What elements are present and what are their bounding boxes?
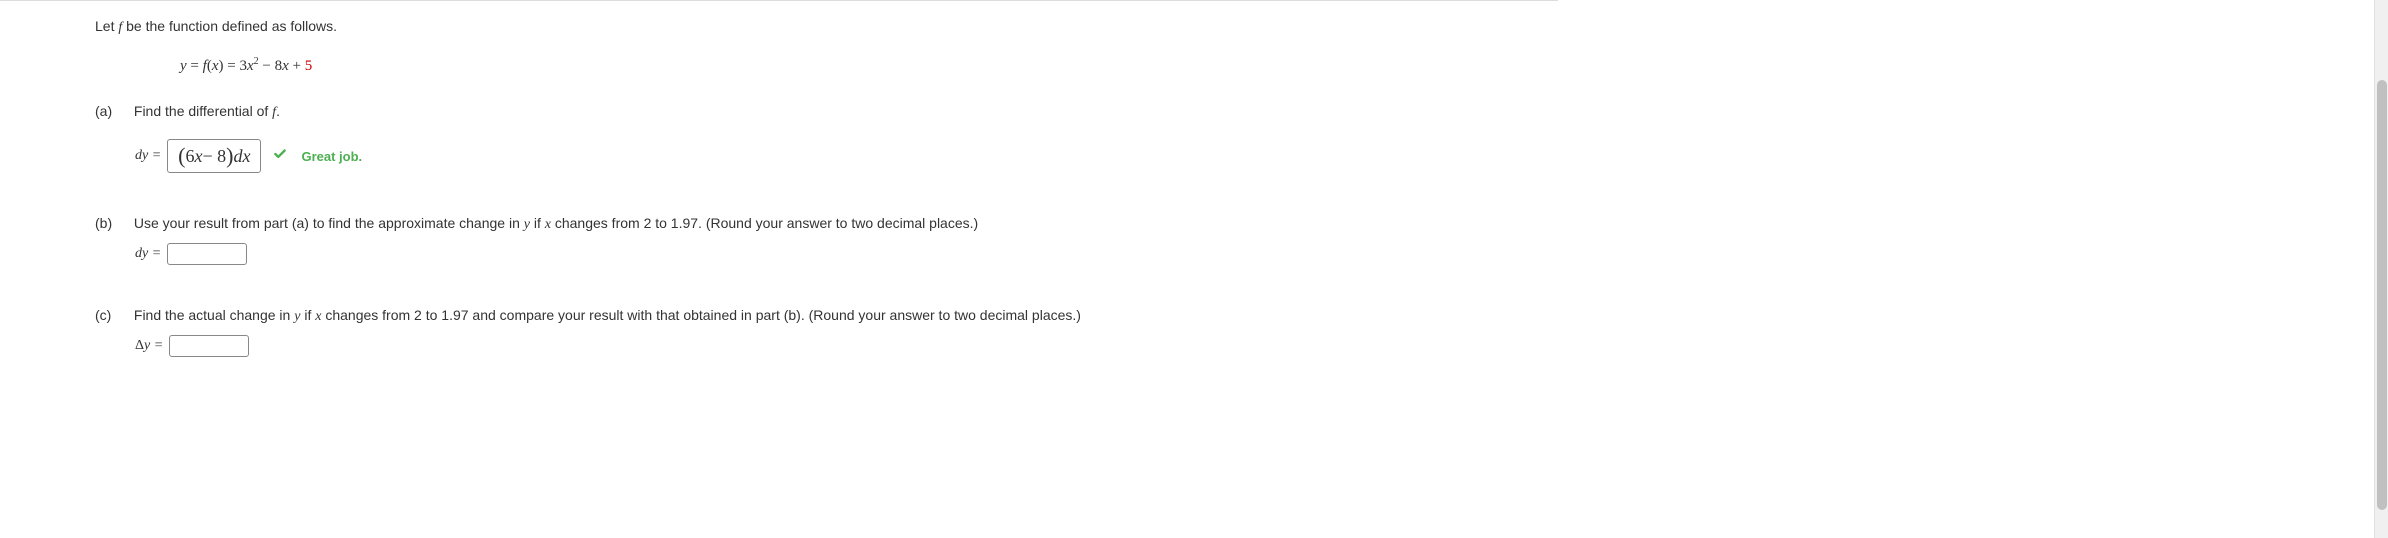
- formula-lhs: y: [180, 58, 187, 74]
- delta-y-label: Δy =: [135, 338, 163, 354]
- intro-text: Let f be the function defined as follows…: [95, 18, 2348, 36]
- dy-label-b: dy =: [135, 246, 161, 262]
- part-b-label: (b): [95, 215, 130, 231]
- part-c-text: Find the actual change in y if x changes…: [134, 307, 1081, 325]
- panel-top-border: [0, 0, 1558, 2]
- check-icon: [273, 147, 287, 166]
- part-b-answer-line: dy =: [135, 243, 2348, 265]
- part-c-input[interactable]: [169, 335, 249, 357]
- part-c: (c) Find the actual change in y if x cha…: [95, 307, 2348, 357]
- part-a-answer-box[interactable]: (6x − 8)dx: [167, 139, 261, 173]
- part-b: (b) Use your result from part (a) to fin…: [95, 215, 2348, 265]
- scrollbar-thumb[interactable]: [2377, 80, 2387, 510]
- question-content: Let f be the function defined as follows…: [95, 18, 2348, 399]
- part-b-text: Use your result from part (a) to find th…: [134, 215, 978, 233]
- part-a-answer-line: dy = (6x − 8)dx Great job.: [135, 139, 2348, 173]
- dy-label-a: dy =: [135, 148, 161, 164]
- part-b-input[interactable]: [167, 243, 247, 265]
- part-c-label: (c): [95, 307, 130, 323]
- part-a: (a) Find the differential of f. dy = (6x…: [95, 103, 2348, 173]
- vertical-scrollbar[interactable]: [2374, 0, 2388, 538]
- constant-term: 5: [305, 58, 313, 74]
- part-a-text: Find the differential of f.: [134, 103, 280, 121]
- part-a-feedback: Great job.: [301, 149, 362, 164]
- part-a-label: (a): [95, 103, 130, 119]
- part-c-answer-line: Δy =: [135, 335, 2348, 357]
- function-formula: y = f(x) = 3x2 − 8x + 5: [180, 56, 2348, 75]
